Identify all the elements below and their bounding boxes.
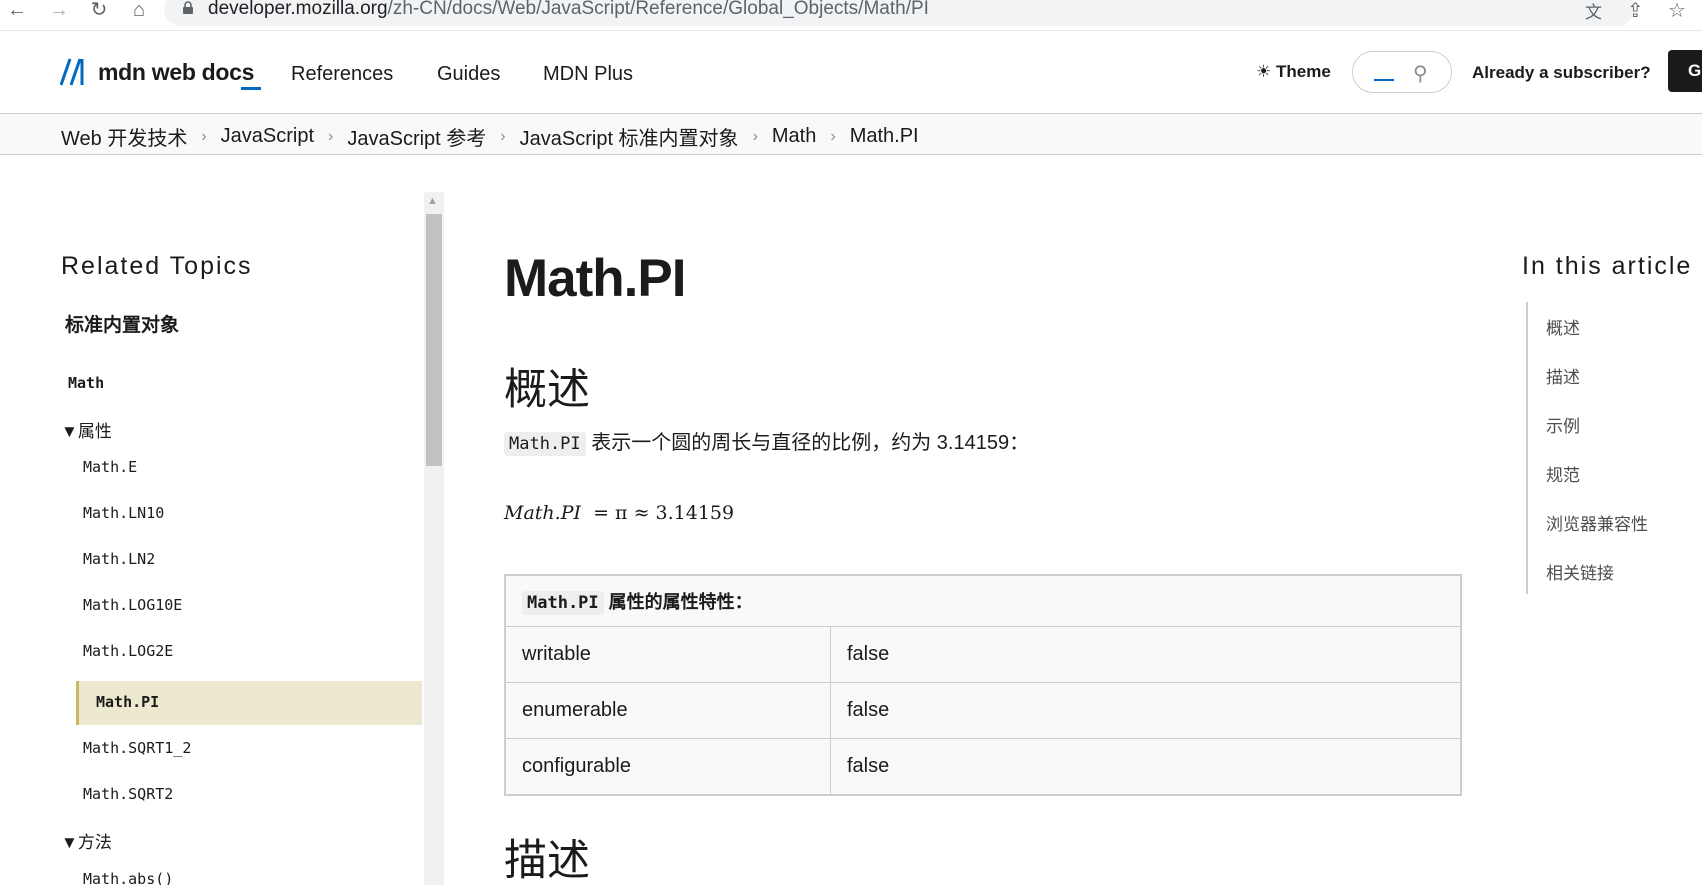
table-cell-value: false	[830, 626, 1461, 683]
methods-label: 方法	[77, 833, 112, 852]
theme-button[interactable]: ☀ Theme	[1256, 62, 1331, 82]
search-cursor	[1374, 79, 1394, 81]
home-icon[interactable]: ⌂	[126, 0, 152, 22]
description-heading: 描述	[504, 837, 590, 885]
breadcrumb-math[interactable]: Math	[772, 125, 816, 148]
sidebar-group-label[interactable]: 标准内置对象	[65, 310, 179, 337]
table-header-text: 属性的属性特性：	[608, 592, 753, 612]
sidebar-scroll-thumb[interactable]	[426, 214, 442, 466]
sidebar-item-math[interactable]: Math	[68, 374, 104, 392]
table-row: enumerable false	[505, 682, 1461, 739]
search-icon[interactable]: ⚲	[1413, 61, 1428, 86]
breadcrumb-javascript[interactable]: JavaScript	[221, 125, 314, 148]
url-host: developer.mozilla.org	[208, 0, 388, 19]
sidebar-item-label: Math.PI	[96, 693, 160, 711]
chevron-right-icon: ›	[201, 127, 207, 145]
properties-label: 属性	[77, 422, 112, 441]
logo-text[interactable]: mdn web docs	[98, 59, 254, 86]
toc-item-browser-compat[interactable]: 浏览器兼容性	[1546, 510, 1648, 535]
browser-toolbar: ← → ↻ ⌂ developer.mozilla.org/zh-CN/docs…	[0, 0, 1702, 31]
overview-heading: 概述	[504, 366, 590, 414]
page-title: Math.PI	[504, 249, 686, 308]
table-header: Math.PI 属性的属性特性：	[505, 575, 1461, 627]
sidebar-item-math-log2e[interactable]: Math.LOG2E	[83, 642, 173, 660]
mdn-logo-icon[interactable]	[60, 58, 92, 86]
overview-text: 表示一个圆的周长与直径的比例，约为 3.14159：	[591, 432, 1030, 454]
formula-lhs: Math.PI	[504, 502, 581, 524]
sidebar-item-math-ln2[interactable]: Math.LN2	[83, 550, 155, 568]
sidebar-item-math-sqrt2[interactable]: Math.SQRT2	[83, 785, 173, 803]
sidebar-item-math-sqrt1-2[interactable]: Math.SQRT1_2	[83, 739, 191, 757]
theme-label: Theme	[1275, 62, 1331, 81]
reload-icon[interactable]: ↻	[86, 0, 112, 22]
overview-paragraph: Math.PI 表示一个圆的周长与直径的比例，约为 3.14159：	[504, 426, 1030, 456]
inline-code: Math.PI	[504, 432, 586, 456]
toc-item-see-also[interactable]: 相关链接	[1546, 559, 1614, 584]
chevron-right-icon: ›	[500, 127, 506, 145]
toc-item-examples[interactable]: 示例	[1546, 412, 1580, 437]
breadcrumb-global-objects[interactable]: JavaScript 标准内置对象	[520, 122, 739, 151]
scroll-up-arrow-icon[interactable]: ▲	[427, 195, 438, 207]
breadcrumb-js-reference[interactable]: JavaScript 参考	[347, 122, 486, 151]
triangle-down-icon: ▼	[61, 833, 78, 852]
inline-code: Math.PI	[522, 591, 604, 615]
sidebar-item-math-e[interactable]: Math.E	[83, 458, 137, 476]
chevron-right-icon: ›	[328, 127, 334, 145]
translate-icon[interactable]: 文	[1585, 0, 1602, 23]
toc-item-specifications[interactable]: 规范	[1546, 461, 1580, 486]
url-path: /zh-CN/docs/Web/JavaScript/Reference/Glo…	[387, 0, 929, 19]
share-icon[interactable]: ⇪	[1627, 0, 1644, 23]
search-input[interactable]: ⚲	[1352, 51, 1452, 93]
pi-formula: Math.PI = π ≈ 3.14159	[504, 502, 734, 524]
toc-divider	[1526, 302, 1528, 594]
triangle-down-icon: ▼	[61, 422, 78, 441]
breadcrumb-web[interactable]: Web 开发技术	[61, 122, 187, 151]
sidebar-title: Related Topics	[61, 252, 253, 280]
chevron-right-icon: ›	[752, 127, 758, 145]
table-row: writable false	[505, 626, 1461, 683]
sidebar-section-methods[interactable]: ▼方法	[61, 828, 112, 853]
sidebar-item-math-ln10[interactable]: Math.LN10	[83, 504, 164, 522]
url-text[interactable]: developer.mozilla.org/zh-CN/docs/Web/Jav…	[208, 0, 929, 20]
subscriber-link[interactable]: Already a subscriber?	[1472, 63, 1651, 83]
sidebar-item-math-log10e[interactable]: Math.LOG10E	[83, 596, 182, 614]
lock-icon[interactable]	[182, 1, 194, 15]
table-cell-value: false	[830, 682, 1461, 739]
table-cell-key: configurable	[505, 738, 831, 795]
sun-icon: ☀	[1256, 62, 1272, 81]
chevron-right-icon: ›	[830, 127, 836, 145]
table-cell-key: writable	[505, 626, 831, 683]
table-row: configurable false	[505, 738, 1461, 795]
table-cell-value: false	[830, 738, 1461, 795]
toc-title: In this article	[1522, 252, 1693, 280]
sidebar-item-math-pi[interactable]: Math.PI	[76, 681, 422, 725]
back-arrow-icon[interactable]: ←	[4, 0, 30, 22]
sidebar: Related Topics 标准内置对象 Math ▼属性 Math.E Ma…	[0, 192, 444, 885]
breadcrumb: Web 开发技术 › JavaScript › JavaScript 参考 › Jav…	[0, 114, 1702, 155]
toc-item-overview[interactable]: 概述	[1546, 314, 1580, 339]
nav-references[interactable]: References	[291, 63, 393, 86]
get-mdn-plus-button[interactable]: G	[1668, 50, 1702, 92]
logo-underscore	[241, 87, 261, 90]
site-header: mdn web docs References Guides MDN Plus …	[0, 31, 1702, 114]
nav-guides[interactable]: Guides	[437, 63, 500, 86]
sidebar-section-properties[interactable]: ▼属性	[61, 417, 112, 442]
forward-arrow-icon[interactable]: →	[46, 0, 72, 22]
bookmark-star-icon[interactable]: ☆	[1668, 0, 1686, 23]
formula-rhs: = π ≈ 3.14159	[593, 502, 735, 524]
table-cell-key: enumerable	[505, 682, 831, 739]
breadcrumb-math-pi[interactable]: Math.PI	[850, 125, 919, 148]
toc-item-description[interactable]: 描述	[1546, 363, 1580, 388]
sidebar-item-math-abs[interactable]: Math.abs()	[83, 870, 173, 885]
nav-mdn-plus[interactable]: MDN Plus	[543, 63, 633, 86]
property-attributes-table: Math.PI 属性的属性特性： writable false enumerabl…	[504, 574, 1462, 796]
